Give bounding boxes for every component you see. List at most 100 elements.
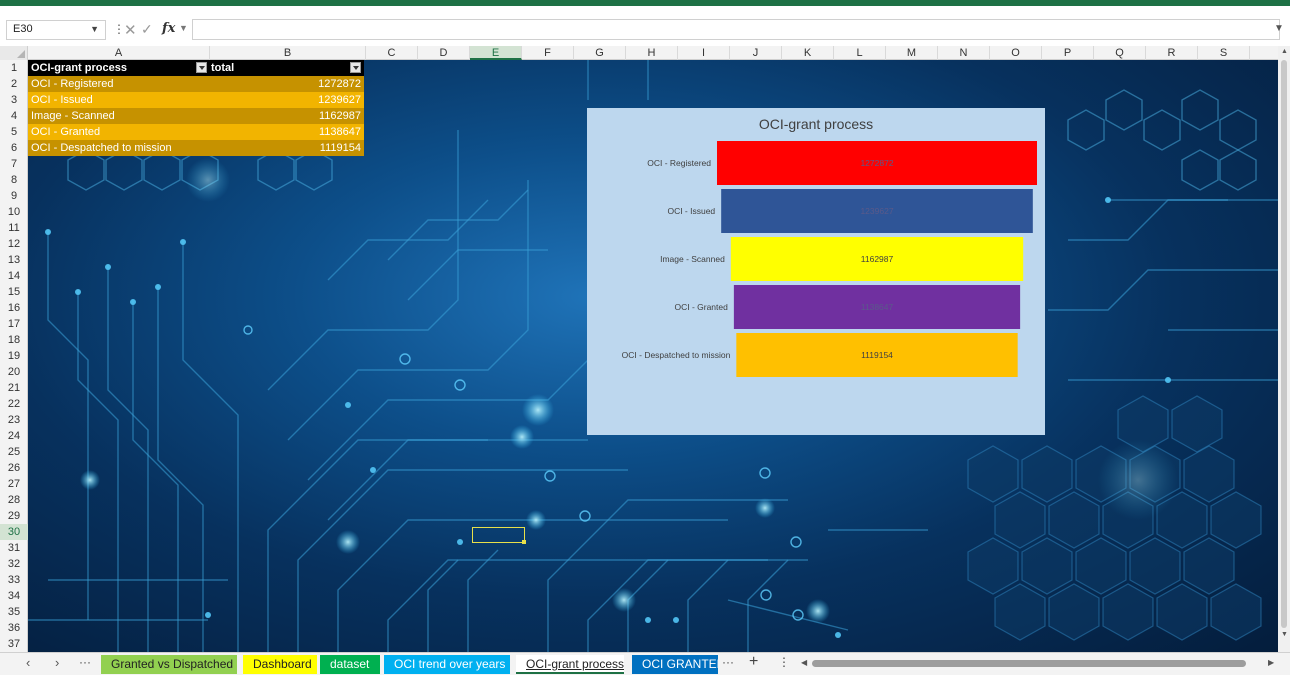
pivot-row[interactable]: Image - Scanned 1162987: [28, 108, 364, 124]
column-header-i[interactable]: I: [678, 46, 730, 60]
fill-handle[interactable]: [522, 540, 526, 544]
pivot-row[interactable]: OCI - Registered 1272872: [28, 76, 364, 92]
prev-sheet-button[interactable]: ‹: [26, 655, 30, 670]
row-header-2[interactable]: 2: [0, 76, 28, 92]
more-sheets-left-button[interactable]: ···: [79, 655, 91, 669]
column-header-m[interactable]: M: [886, 46, 938, 60]
row-header-15[interactable]: 15: [0, 284, 28, 300]
column-header-r[interactable]: R: [1146, 46, 1198, 60]
sheet-tab[interactable]: OCI GRANTEE: [632, 655, 718, 674]
column-header-e[interactable]: E: [470, 46, 522, 60]
scroll-down-icon[interactable]: ▼: [1281, 631, 1288, 638]
scroll-up-icon[interactable]: ▲: [1281, 48, 1288, 55]
column-header-l[interactable]: L: [834, 46, 886, 60]
row-header-33[interactable]: 33: [0, 572, 28, 588]
insert-function-button[interactable]: fx: [162, 21, 175, 36]
row-header-22[interactable]: 22: [0, 396, 28, 412]
sheet-options-icon[interactable]: ⋮: [778, 655, 790, 669]
column-header-d[interactable]: D: [418, 46, 470, 60]
chevron-down-icon[interactable]: ▼: [90, 24, 99, 34]
row-header-12[interactable]: 12: [0, 236, 28, 252]
row-header-29[interactable]: 29: [0, 508, 28, 524]
row-header-26[interactable]: 26: [0, 460, 28, 476]
column-header-f[interactable]: F: [522, 46, 574, 60]
column-header-g[interactable]: G: [574, 46, 626, 60]
selected-cell[interactable]: [472, 527, 525, 543]
column-header-b[interactable]: B: [210, 46, 366, 60]
row-header-13[interactable]: 13: [0, 252, 28, 268]
column-header-j[interactable]: J: [730, 46, 782, 60]
next-sheet-button[interactable]: ›: [55, 655, 59, 670]
column-header-n[interactable]: N: [938, 46, 990, 60]
row-header-3[interactable]: 3: [0, 92, 28, 108]
row-header-18[interactable]: 18: [0, 332, 28, 348]
worksheet-grid[interactable]: OCI-grant process total OCI - Registered…: [28, 60, 1278, 652]
row-header-11[interactable]: 11: [0, 220, 28, 236]
add-sheet-button[interactable]: +: [749, 653, 758, 671]
column-header-h[interactable]: H: [626, 46, 678, 60]
filter-dropdown-icon[interactable]: [196, 62, 207, 73]
row-header-21[interactable]: 21: [0, 380, 28, 396]
column-header-s[interactable]: S: [1198, 46, 1250, 60]
column-header-o[interactable]: O: [990, 46, 1042, 60]
row-header-34[interactable]: 34: [0, 588, 28, 604]
row-header-35[interactable]: 35: [0, 604, 28, 620]
sheet-tab-label: Dashboard: [253, 657, 312, 671]
row-header-24[interactable]: 24: [0, 428, 28, 444]
row-header-27[interactable]: 27: [0, 476, 28, 492]
pivot-row-label: OCI - Granted: [31, 126, 101, 138]
sheet-tab[interactable]: OCI-grant process: [516, 655, 624, 674]
sheet-tab[interactable]: dataset: [320, 655, 380, 674]
row-header-20[interactable]: 20: [0, 364, 28, 380]
pivot-header-value: total: [211, 62, 235, 74]
column-header-q[interactable]: Q: [1094, 46, 1146, 60]
horizontal-scroll-thumb[interactable]: [812, 660, 1246, 667]
expand-formula-bar-icon[interactable]: ▼: [1274, 23, 1284, 34]
row-header-1[interactable]: 1: [0, 60, 28, 76]
row-header-17[interactable]: 17: [0, 316, 28, 332]
sheet-tab[interactable]: OCI trend over years: [384, 655, 510, 674]
pivot-row[interactable]: OCI - Issued 1239627: [28, 92, 364, 108]
sheet-tab[interactable]: Dashboard: [243, 655, 317, 674]
row-header-30[interactable]: 30: [0, 524, 28, 540]
cancel-entry-icon[interactable]: ✕: [124, 21, 137, 39]
row-header-14[interactable]: 14: [0, 268, 28, 284]
vertical-scrollbar[interactable]: ▲ ▼: [1278, 46, 1290, 652]
row-header-23[interactable]: 23: [0, 412, 28, 428]
name-box[interactable]: E30 ▼: [6, 20, 106, 40]
confirm-entry-icon[interactable]: ✓: [141, 21, 153, 38]
row-header-36[interactable]: 36: [0, 620, 28, 636]
vertical-scroll-thumb[interactable]: [1281, 60, 1287, 628]
pivot-table: OCI-grant process total OCI - Registered…: [28, 60, 364, 156]
column-header-a[interactable]: A: [28, 46, 210, 60]
sheet-tab[interactable]: Granted vs Dispatched: [101, 655, 237, 674]
column-header-p[interactable]: P: [1042, 46, 1094, 60]
row-header-19[interactable]: 19: [0, 348, 28, 364]
formula-input[interactable]: [192, 19, 1280, 40]
pivot-row[interactable]: OCI - Despatched to mission 1119154: [28, 140, 364, 156]
row-header-37[interactable]: 37: [0, 636, 28, 652]
scroll-right-icon[interactable]: ▶: [1268, 658, 1274, 667]
row-header-8[interactable]: 8: [0, 172, 28, 188]
row-header-9[interactable]: 9: [0, 188, 28, 204]
data-label: 1162987: [861, 254, 894, 264]
row-header-6[interactable]: 6: [0, 140, 28, 156]
row-header-25[interactable]: 25: [0, 444, 28, 460]
select-all-button[interactable]: [0, 46, 28, 60]
filter-dropdown-icon[interactable]: [350, 62, 361, 73]
row-header-10[interactable]: 10: [0, 204, 28, 220]
row-header-16[interactable]: 16: [0, 300, 28, 316]
row-header-4[interactable]: 4: [0, 108, 28, 124]
row-header-31[interactable]: 31: [0, 540, 28, 556]
more-sheets-right-button[interactable]: ···: [722, 655, 734, 669]
scroll-left-icon[interactable]: ◀: [801, 658, 807, 667]
chevron-down-icon[interactable]: ▼: [179, 23, 188, 33]
column-header-k[interactable]: K: [782, 46, 834, 60]
row-header-7[interactable]: 7: [0, 156, 28, 172]
column-header-c[interactable]: C: [366, 46, 418, 60]
row-header-28[interactable]: 28: [0, 492, 28, 508]
row-header-32[interactable]: 32: [0, 556, 28, 572]
pivot-row[interactable]: OCI - Granted 1138647: [28, 124, 364, 140]
funnel-chart[interactable]: OCI-grant process OCI - Registered 127287…: [587, 108, 1045, 435]
row-header-5[interactable]: 5: [0, 124, 28, 140]
